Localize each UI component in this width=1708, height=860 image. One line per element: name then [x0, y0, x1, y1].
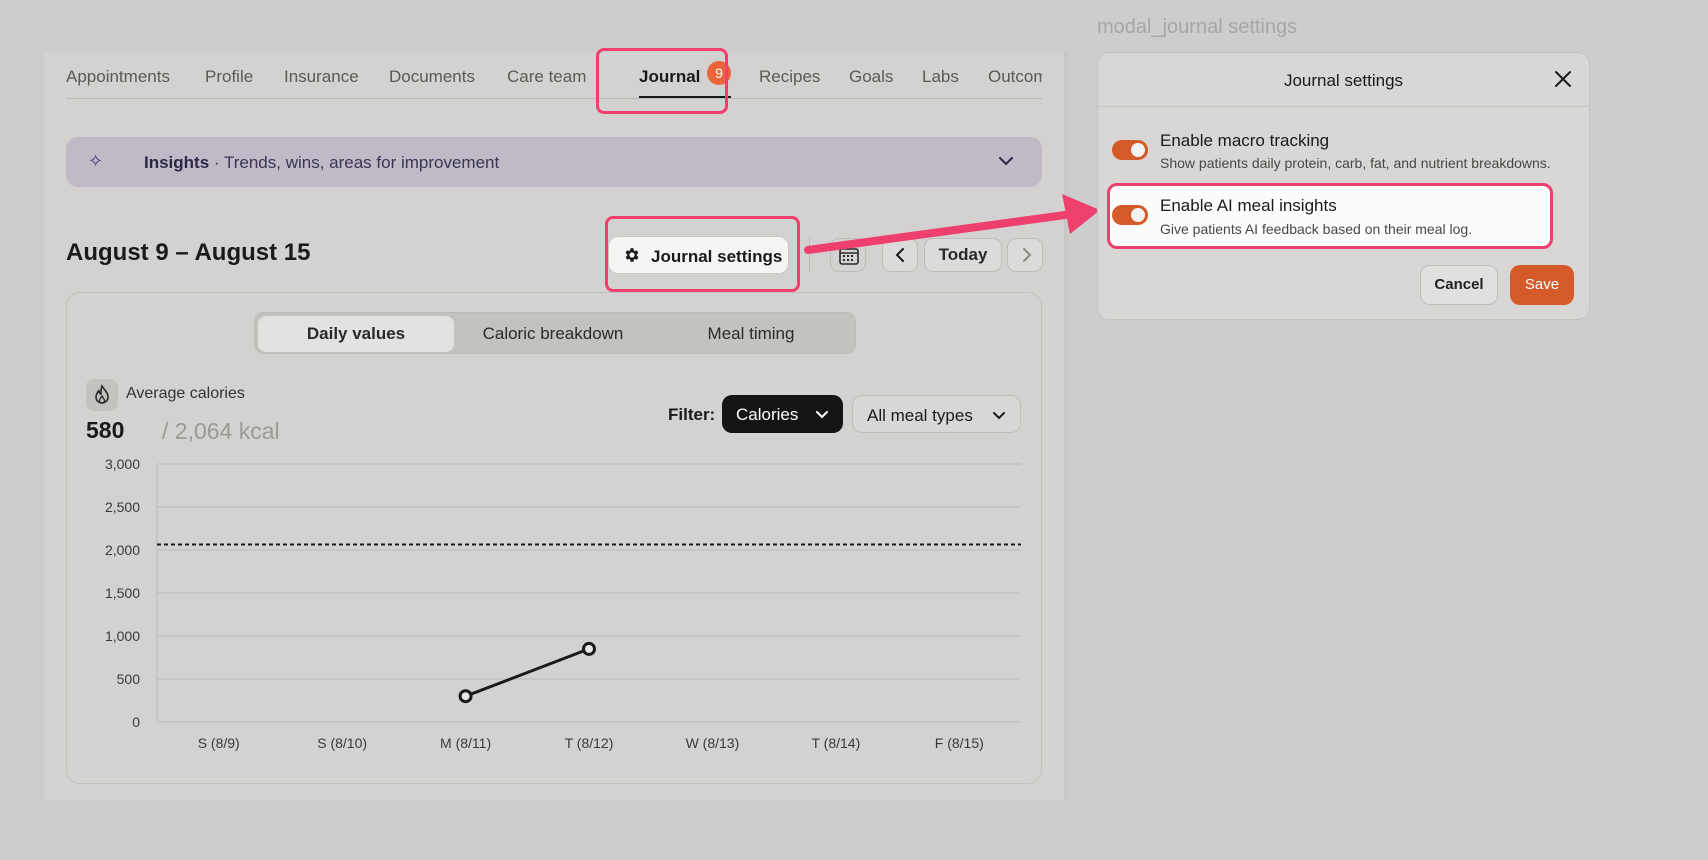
y-tick-label: 2,500	[105, 499, 140, 515]
x-tick-label: T (8/12)	[565, 735, 614, 751]
close-icon[interactable]	[1553, 69, 1573, 89]
chart-card: Daily values Caloric breakdown Meal timi…	[66, 292, 1042, 784]
tab-documents[interactable]: Documents	[389, 67, 475, 87]
modal-caption: modal_journal settings	[1097, 16, 1298, 38]
journal-settings-highlight	[605, 216, 800, 292]
data-point	[582, 641, 596, 656]
macro-tracking-title: Enable macro tracking	[1160, 131, 1330, 150]
ai-meal-insights-desc: Give patients AI feedback based on their…	[1160, 221, 1473, 237]
insights-banner[interactable]: ✧ Insights · Trends, wins, areas for imp…	[66, 137, 1042, 187]
modal-header: Journal settings	[1098, 53, 1589, 107]
tab-appointments[interactable]: Appointments	[66, 67, 170, 87]
filter-label: Filter:	[668, 405, 716, 424]
y-tick-label: 500	[117, 671, 141, 687]
save-button[interactable]: Save	[1510, 265, 1574, 305]
y-tick-label: 1,500	[105, 585, 140, 601]
cancel-button[interactable]: Cancel	[1420, 265, 1498, 305]
calories-line-chart: 0 500 1,000 1,500 2,000 2,500 3,000 S (8/9) S (8…	[105, 456, 1021, 751]
segment-meal-timing[interactable]: Meal timing	[653, 316, 849, 352]
x-tick-label: S (8/9)	[198, 735, 240, 751]
x-tick-label: M (8/11)	[440, 735, 491, 751]
journal-tab-highlight	[596, 48, 728, 114]
panel-edge-shadow	[1064, 52, 1072, 800]
chevron-down-icon[interactable]	[996, 151, 1016, 171]
average-calories-label: Average calories	[126, 385, 245, 402]
segment-daily-values[interactable]: Daily values	[258, 316, 454, 352]
ai-meal-insights-title: Enable AI meal insights	[1160, 196, 1337, 215]
tab-profile[interactable]: Profile	[205, 67, 253, 87]
x-tick-label: W (8/13)	[686, 735, 740, 751]
y-tick-label: 0	[132, 714, 140, 730]
calorie-goal: / 2,064 kcal	[162, 418, 280, 444]
tab-bar: Appointments Profile Insurance Documents…	[66, 52, 1042, 99]
average-calories-value: 580	[86, 417, 125, 443]
tab-labs[interactable]: Labs	[922, 67, 959, 87]
macro-tracking-desc: Show patients daily protein, carb, fat, …	[1160, 155, 1551, 171]
chevron-down-icon	[816, 411, 828, 419]
segment-caloric-breakdown[interactable]: Caloric breakdown	[455, 316, 651, 352]
ai-meal-insights-toggle[interactable]	[1112, 205, 1148, 225]
x-tick-label: F (8/15)	[935, 735, 984, 751]
meal-type-dropdown[interactable]: All meal types	[852, 395, 1021, 433]
journal-panel: Appointments Profile Insurance Documents…	[44, 52, 1064, 800]
annotation-arrow	[804, 194, 1100, 254]
ai-insights-highlight	[1107, 183, 1553, 249]
y-tick-label: 2,000	[105, 542, 140, 558]
y-tick-label: 1,000	[105, 628, 140, 644]
magic-wand-icon: ✧	[88, 151, 104, 171]
macro-tracking-toggle[interactable]	[1112, 140, 1148, 160]
chevron-down-icon	[993, 412, 1005, 420]
tab-recipes[interactable]: Recipes	[759, 67, 820, 87]
metric-filter-dropdown[interactable]: Calories	[722, 395, 843, 433]
view-segmented-control: Daily values Caloric breakdown Meal timi…	[254, 312, 856, 354]
tab-outcomes[interactable]: Outcomes	[988, 67, 1042, 87]
modal-title: Journal settings	[1283, 71, 1404, 90]
y-tick-label: 3,000	[105, 456, 140, 472]
tab-insurance[interactable]: Insurance	[284, 67, 359, 87]
data-point	[458, 689, 473, 704]
insights-text: Insights · Trends, wins, areas for impro…	[144, 153, 500, 172]
tab-care-team[interactable]: Care team	[507, 67, 586, 87]
series-line-segment	[465, 647, 590, 698]
week-range-title: August 9 – August 15	[66, 239, 311, 266]
x-tick-label: T (8/14)	[811, 735, 860, 751]
tab-goals[interactable]: Goals	[849, 67, 893, 87]
flame-icon	[86, 379, 118, 411]
x-tick-label: S (8/10)	[317, 735, 367, 751]
